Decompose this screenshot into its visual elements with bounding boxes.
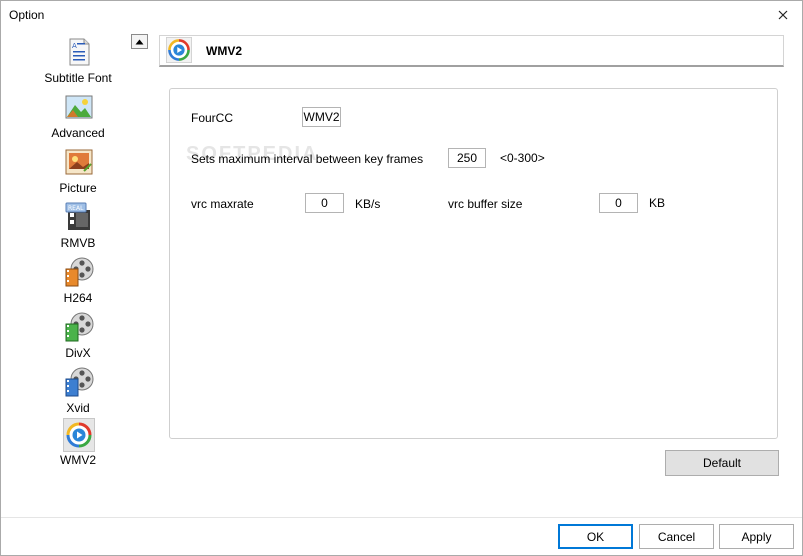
divx-film-reel-icon [65,312,94,342]
category-label: Advanced [51,126,105,140]
keyframe-interval-field[interactable] [448,148,486,168]
category-scroll-up-button[interactable] [131,34,148,49]
category-divx[interactable]: DivX [28,312,128,362]
category-advanced[interactable]: Advanced [28,92,128,142]
category-label: Xvid [66,401,90,415]
vrc-maxrate-field[interactable] [305,193,344,213]
vrc-maxrate-label: vrc maxrate [191,197,254,211]
vrc-buffer-size-field[interactable] [599,193,638,213]
cancel-button[interactable]: Cancel [639,524,714,549]
vrc-buffer-size-label: vrc buffer size [448,197,523,211]
window-title: Option [9,8,45,22]
apply-button[interactable]: Apply [719,524,794,549]
keyframe-range-label: <0-300> [500,151,545,165]
subtitle-font-icon: A [69,38,90,66]
category-wmv2[interactable]: WMV2 [28,418,128,469]
rmvb-icon: REAL [65,202,90,230]
category-xvid[interactable]: Xvid [28,367,128,417]
default-button[interactable]: Default [665,450,779,476]
advanced-icon [65,95,93,119]
fourcc-field[interactable] [302,107,341,127]
svg-text:REAL: REAL [68,205,84,212]
settings-panel [169,88,778,439]
category-label: RMVB [60,236,96,250]
keyframe-interval-label: Sets maximum interval between key frames [191,152,424,166]
vrc-buffer-size-unit: KB [649,196,666,210]
category-label: Picture [59,181,97,195]
xvid-film-reel-icon [65,367,94,397]
category-label: DivX [65,346,91,360]
footer-divider [1,517,802,518]
fourcc-label: FourCC [191,111,234,125]
triangle-up-icon [135,39,144,44]
category-picture[interactable]: Picture [28,147,128,197]
picture-icon [65,149,93,175]
category-subtitle-font[interactable]: A Subtitle Font [28,37,128,87]
wmv2-play-icon [166,37,192,63]
category-h264[interactable]: H264 [28,257,128,307]
category-rmvb[interactable]: REAL RMVB [28,202,128,252]
close-icon [778,10,788,20]
wmv2-play-icon [63,418,95,452]
section-header: WMV2 [159,35,784,67]
category-label: Subtitle Font [44,71,112,85]
category-label: WMV2 [60,453,96,467]
title-bar: Option [1,1,802,31]
ok-button[interactable]: OK [558,524,633,549]
close-button[interactable] [770,3,796,27]
section-title: WMV2 [206,44,242,58]
vrc-maxrate-unit: KB/s [355,197,381,211]
category-label: H264 [63,291,93,305]
h264-film-reel-icon [65,257,94,287]
option-dialog: Option A Subtitle Font Advanced Picture … [0,0,803,556]
svg-text:A: A [72,42,77,50]
